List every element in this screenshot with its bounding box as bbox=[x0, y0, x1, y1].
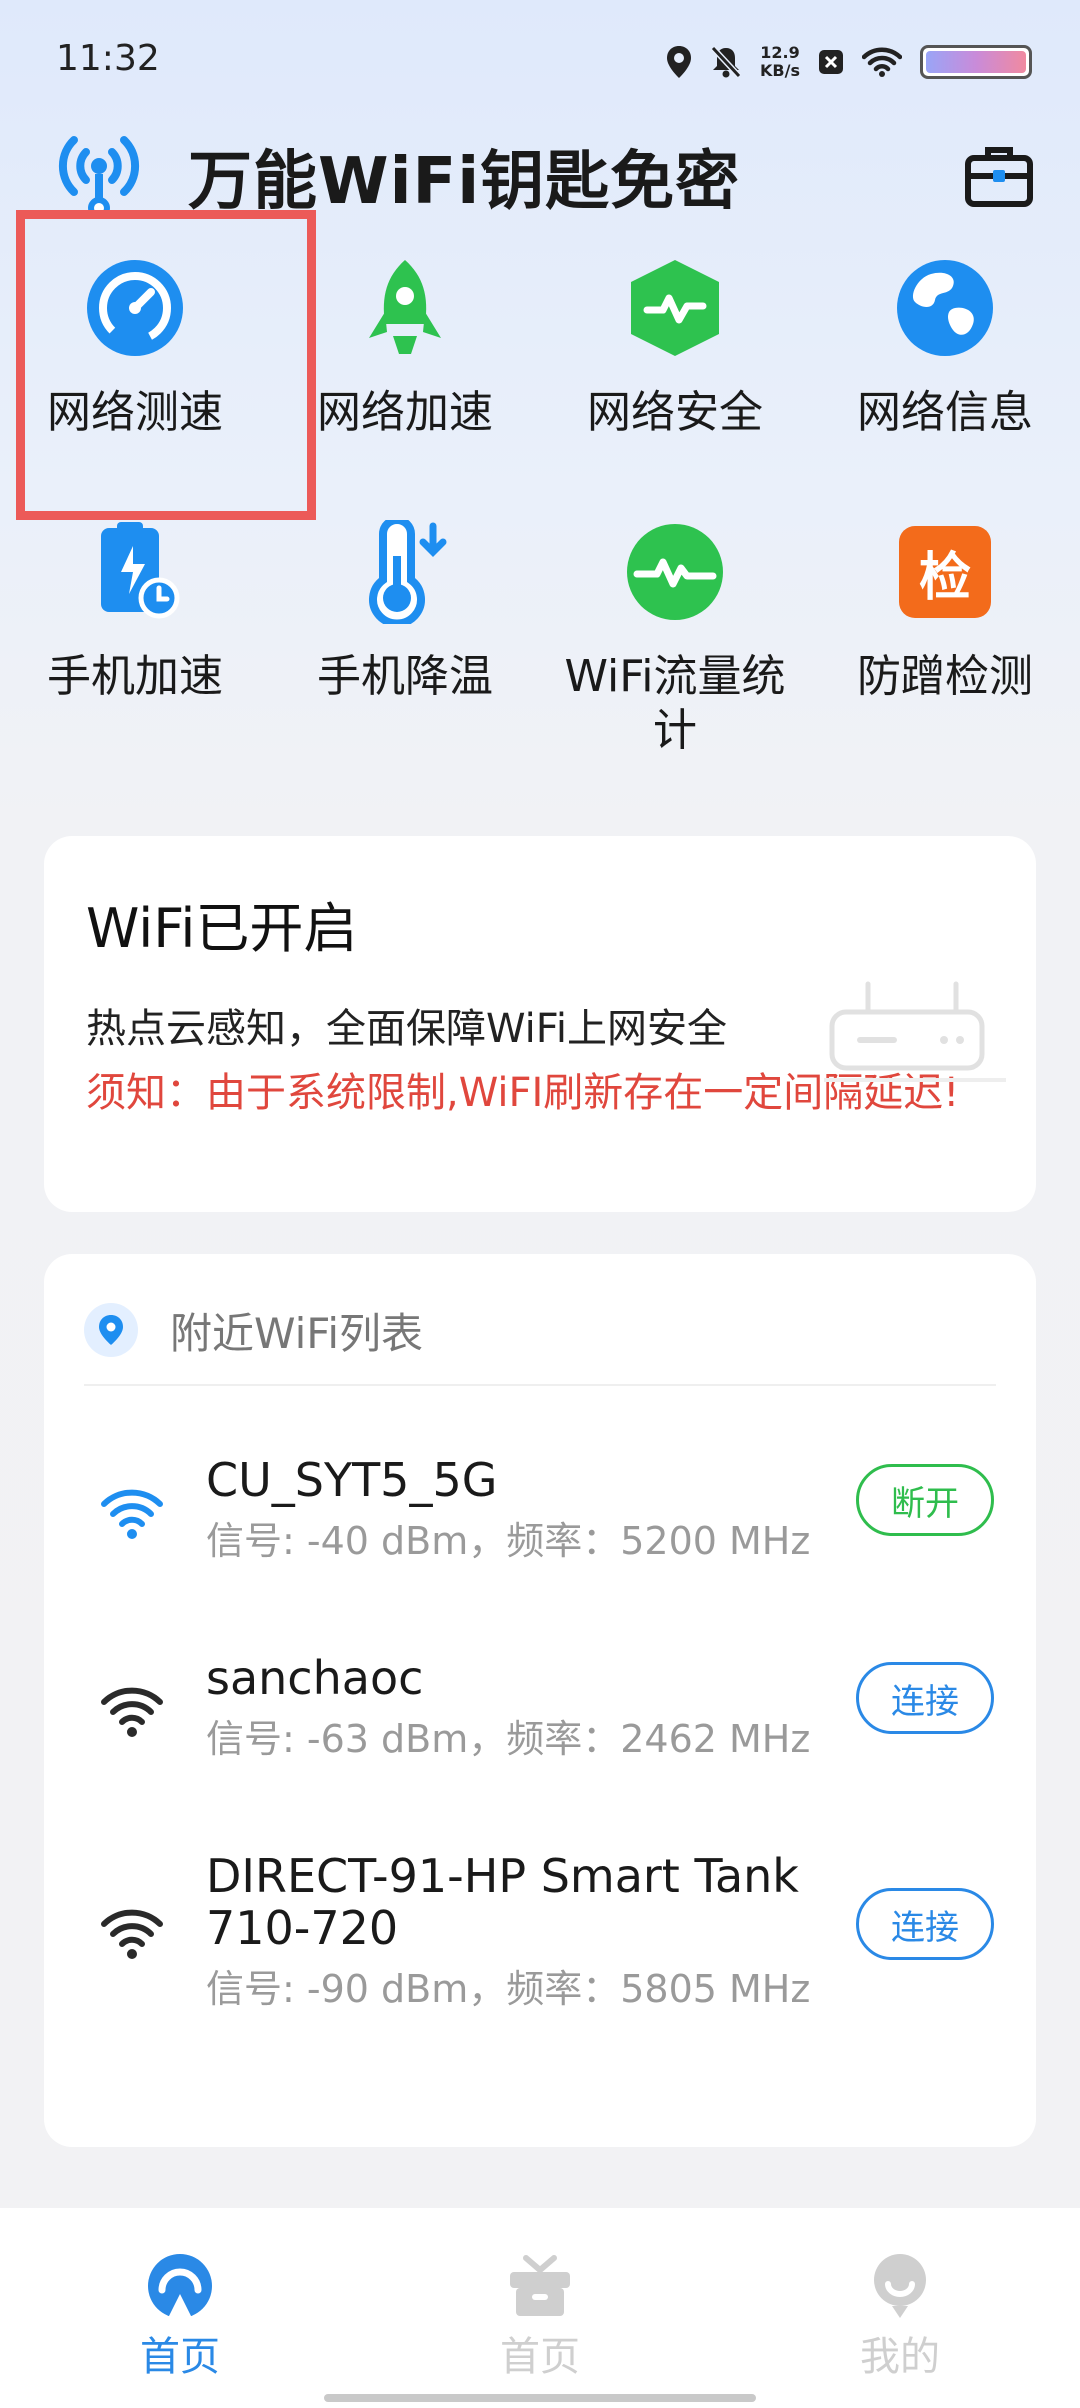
tool-wifi-traffic[interactable]: WiFi流量统计 bbox=[540, 520, 810, 758]
router-icon bbox=[824, 981, 1006, 1082]
home-signal-icon bbox=[148, 2254, 212, 2318]
wifi-signal-icon bbox=[101, 1687, 163, 1737]
app-title: 万能WiFi钥匙免密 bbox=[188, 145, 741, 219]
tool-label: 网络信息 bbox=[857, 387, 1033, 438]
toolbox-icon[interactable] bbox=[964, 144, 1034, 208]
tool-label: 防蹭检测 bbox=[857, 651, 1033, 702]
wifi-meta: 信号: -90 dBm，频率：5805 MHz bbox=[206, 1967, 811, 2011]
highlight-box bbox=[16, 210, 316, 520]
wifi-meta: 信号: -40 dBm，频率：5200 MHz bbox=[206, 1519, 811, 1563]
wifi-meta: 信号: -63 dBm，频率：2462 MHz bbox=[206, 1717, 811, 1761]
rocket-icon bbox=[369, 260, 441, 354]
connect-button[interactable]: 连接 bbox=[856, 1662, 994, 1734]
tool-label: 手机加速 bbox=[47, 651, 223, 702]
nav-home[interactable]: 首页 bbox=[80, 2252, 280, 2382]
tool-network-info[interactable]: 网络信息 bbox=[810, 256, 1080, 440]
connect-button[interactable]: 连接 bbox=[856, 1888, 994, 1960]
wifi-signal-strong-icon bbox=[101, 1489, 163, 1539]
divider bbox=[84, 1384, 996, 1386]
nav-label: 首页 bbox=[140, 2334, 220, 2380]
location-icon bbox=[667, 46, 692, 78]
tool-label: WiFi流量统计 bbox=[564, 651, 786, 756]
status-icons: 12.9 KB/s bbox=[666, 40, 1032, 84]
globe-icon bbox=[897, 260, 993, 356]
shield-pulse-icon bbox=[631, 260, 719, 356]
tool-phone-boost[interactable]: 手机加速 bbox=[0, 520, 270, 704]
status-time: 11:32 bbox=[56, 38, 160, 79]
wifi-status-title: WiFi已开启 bbox=[86, 897, 358, 960]
traffic-pulse-icon bbox=[627, 524, 723, 620]
tool-label: 手机降温 bbox=[317, 651, 493, 702]
nav-label: 我的 bbox=[860, 2334, 940, 2380]
nav-profile[interactable]: 我的 bbox=[800, 2252, 1000, 2382]
net-speed: 12.9 KB/s bbox=[760, 43, 800, 80]
battery-icon bbox=[920, 45, 1032, 79]
wifi-status-card: WiFi已开启 热点云感知，全面保障WiFi上网安全 须知：由于系统限制,WiF… bbox=[44, 836, 1036, 1212]
nearby-list-title: 附近WiFi列表 bbox=[170, 1308, 424, 1358]
tool-anti-freeload[interactable]: 检 防蹭检测 bbox=[810, 520, 1080, 704]
antenna-icon bbox=[58, 136, 140, 218]
status-bar: 11:32 12.9 KB/s bbox=[0, 0, 1080, 120]
thermometer-icon bbox=[369, 520, 447, 624]
mute-icon bbox=[710, 45, 742, 79]
gift-box-icon bbox=[510, 2255, 570, 2316]
location-pin-icon bbox=[84, 1303, 138, 1357]
wifi-signal-icon bbox=[101, 1909, 163, 1959]
profile-icon bbox=[874, 2254, 926, 2318]
wifi-status-desc: 热点云感知，全面保障WiFi上网安全 bbox=[86, 1006, 727, 1052]
wifi-row[interactable]: CU_SYT5_5G 信号: -40 dBm，频率：5200 MHz 断开 bbox=[44, 1454, 1036, 1604]
home-indicator[interactable] bbox=[324, 2394, 756, 2402]
wifi-icon bbox=[862, 47, 902, 77]
wifi-name: CU_SYT5_5G bbox=[206, 1453, 498, 1507]
wifi-row[interactable]: DIRECT-91-HP Smart Tank 710-720 信号: -90 … bbox=[44, 1850, 1036, 2030]
tool-phone-cooling[interactable]: 手机降温 bbox=[270, 520, 540, 704]
notification-x-icon bbox=[819, 50, 843, 74]
tool-label: 网络安全 bbox=[587, 387, 763, 438]
tool-network-security[interactable]: 网络安全 bbox=[540, 256, 810, 440]
disconnect-button[interactable]: 断开 bbox=[856, 1464, 994, 1536]
nav-gift[interactable]: 首页 bbox=[440, 2252, 640, 2382]
check-badge-icon: 检 bbox=[893, 520, 997, 624]
phone-clipboard-icon bbox=[101, 522, 180, 619]
bottom-nav: 首页 首页 我的 bbox=[0, 2208, 1080, 2408]
wifi-row[interactable]: sanchaoc 信号: -63 dBm，频率：2462 MHz 连接 bbox=[44, 1652, 1036, 1802]
nav-label: 首页 bbox=[500, 2334, 580, 2380]
nearby-list-header: 附近WiFi列表 bbox=[84, 1300, 423, 1360]
nearby-wifi-card: 附近WiFi列表 CU_SYT5_5G 信号: -40 dBm，频率：5200 … bbox=[44, 1254, 1036, 2147]
wifi-name: DIRECT-91-HP Smart Tank 710-720 bbox=[206, 1849, 799, 1955]
wifi-name: sanchaoc bbox=[206, 1651, 424, 1705]
